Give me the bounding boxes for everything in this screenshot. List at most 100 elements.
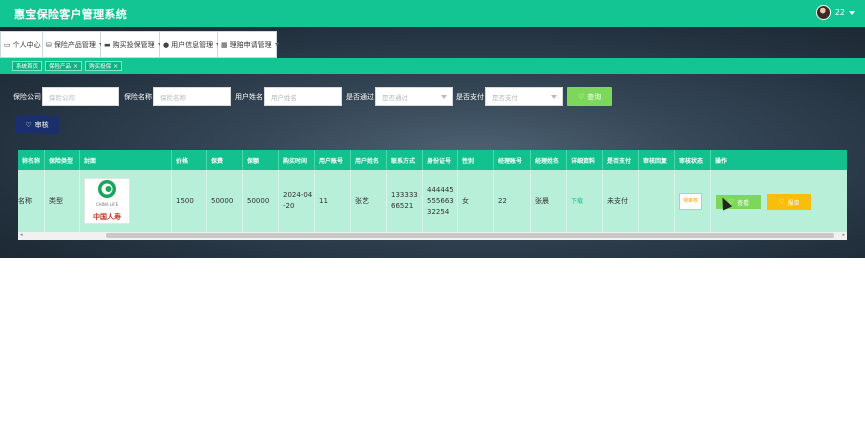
- col-header: 封面: [80, 150, 172, 170]
- insurance-name-input[interactable]: 保险名称: [153, 87, 231, 106]
- user-name-label: 用户姓名: [235, 93, 263, 101]
- cover-text: 中国人寿: [93, 213, 121, 221]
- cell-manager-name: 张晨: [531, 170, 567, 232]
- audit-button[interactable]: ♡ 审核: [15, 116, 59, 134]
- cell-purchase-time: 2024-04-20: [279, 170, 315, 232]
- col-header: 身份证号: [423, 150, 458, 170]
- menu-item-label: 个人中心: [12, 40, 41, 49]
- tab-products[interactable]: 保险产品 ×: [45, 61, 83, 71]
- menu-item-label: 用户信息管理: [171, 40, 214, 49]
- main-menu: ▭ 个人中心 ⛁ 保险产品管理 ▬ 购买投保管理 ● 用户信息管理 ▦ 理赔申请…: [0, 31, 279, 58]
- china-life-logo: [98, 180, 116, 198]
- monitor-icon: ▬: [104, 40, 111, 49]
- cell-cover: CHINA LIFE 中国人寿: [80, 170, 172, 232]
- cell-premium: 50000: [207, 170, 243, 232]
- col-header: 经理账号: [494, 150, 531, 170]
- chevron-down-icon: [441, 94, 447, 99]
- cell-id-number: 444445555663 32254: [423, 170, 458, 232]
- cell-contact: 13333366521: [387, 170, 423, 232]
- col-header: 是否支付: [603, 150, 639, 170]
- cell-status: 待审核: [675, 170, 711, 232]
- close-icon[interactable]: ×: [73, 63, 78, 70]
- col-header: 性别: [458, 150, 494, 170]
- cell-reply: [639, 170, 675, 232]
- tab-strip: 系统首页 保险产品 × 购买投保 ×: [0, 58, 865, 74]
- col-header: 保额: [243, 150, 279, 170]
- tab-label: 购买投保: [89, 64, 112, 70]
- top-bar: 惠宝保险客户管理系统 22: [0, 0, 865, 27]
- horizontal-scrollbar[interactable]: ◂ ▸: [18, 232, 847, 240]
- col-header: 审核状态: [675, 150, 711, 170]
- status-badge: 待审核: [679, 192, 703, 210]
- scroll-left-icon[interactable]: ◂: [20, 232, 23, 238]
- menu-item-users[interactable]: ● 用户信息管理: [160, 31, 221, 58]
- user-icon: ●: [163, 40, 170, 49]
- col-header: 操作: [715, 157, 728, 165]
- cell-gender: 女: [458, 170, 494, 232]
- heart-icon: ♡: [778, 198, 785, 206]
- calendar-icon: ▭: [4, 40, 11, 49]
- menu-item-label: 保险产品管理: [53, 40, 96, 49]
- paid-select[interactable]: 是否支付: [485, 87, 563, 106]
- menu-item-label: 购买投保管理: [112, 40, 155, 49]
- tab-label: 系统首页: [16, 64, 39, 70]
- cell-type: 类型: [45, 170, 80, 232]
- chevron-down-icon: [551, 94, 557, 99]
- cell-paid: 未支付: [603, 170, 639, 232]
- tab-label: 保险产品: [49, 64, 72, 70]
- chevron-down-icon[interactable]: [849, 10, 855, 15]
- scrollbar-thumb[interactable]: [106, 233, 834, 238]
- user-name-input[interactable]: 用户姓名: [264, 87, 342, 106]
- scroll-right-icon[interactable]: ▸: [842, 232, 845, 238]
- claim-button[interactable]: ♡ 报单: [767, 194, 811, 210]
- chevron-down-icon: [274, 43, 279, 46]
- user-menu[interactable]: 22: [815, 5, 855, 20]
- pass-select[interactable]: 是否通过: [375, 87, 453, 106]
- cell-price: 1500: [172, 170, 207, 232]
- menu-item-personal[interactable]: ▭ 个人中心: [0, 31, 48, 58]
- heart-icon: ♡: [25, 121, 32, 129]
- pass-label: 是否通过: [346, 93, 374, 101]
- insurance-name-label: 保险名称: [124, 93, 152, 101]
- col-header: 用户账号: [315, 150, 351, 170]
- menu-item-label: 理赔申请管理: [229, 40, 272, 49]
- cell-manager-account: 22: [494, 170, 531, 232]
- close-icon[interactable]: ×: [113, 63, 118, 70]
- username: 22: [834, 8, 845, 17]
- cell-account: 11: [315, 170, 351, 232]
- heart-icon: ♡: [577, 92, 585, 101]
- cover-image: CHINA LIFE 中国人寿: [84, 178, 130, 224]
- company-input[interactable]: 保险公司: [42, 87, 119, 106]
- app-title: 惠宝保险客户管理系统: [14, 8, 127, 21]
- col-header: 保费: [207, 150, 243, 170]
- database-icon: ⛁: [46, 40, 52, 49]
- view-button-label: 查看: [737, 199, 750, 207]
- col-header: 经理姓名: [531, 150, 567, 170]
- avatar[interactable]: [815, 5, 831, 20]
- menu-item-claims[interactable]: ▦ 理赔申请管理: [218, 31, 279, 58]
- pass-select-value: 是否通过: [382, 93, 408, 102]
- cell-amount: 50000: [243, 170, 279, 232]
- col-header: 保险类型: [45, 150, 80, 170]
- tab-purchase[interactable]: 购买投保 ×: [85, 61, 123, 71]
- app-root: 惠宝保险客户管理系统 22 ▭ 个人中心 ⛁ 保险产品管理 ▬ 购买投保管理 ●…: [0, 0, 865, 429]
- claim-button-label: 报单: [787, 199, 800, 207]
- menu-item-purchase[interactable]: ▬ 购买投保管理: [101, 31, 162, 58]
- cover-subtext: CHINA LIFE: [95, 202, 119, 207]
- col-header: 联系方式: [387, 150, 423, 170]
- col-header: 价格: [172, 150, 207, 170]
- search-button-label: 查询: [587, 92, 602, 101]
- grid-icon: ▦: [221, 40, 228, 49]
- cell-user-name: 张艺: [351, 170, 387, 232]
- audit-button-label: 审核: [34, 121, 49, 129]
- tab-home[interactable]: 系统首页: [12, 61, 43, 71]
- col-header: 详细资料: [567, 150, 603, 170]
- menu-item-products[interactable]: ⛁ 保险产品管理: [43, 31, 103, 58]
- download-link[interactable]: 下载: [571, 196, 583, 207]
- cell-details: 下载: [567, 170, 603, 232]
- company-label: 保险公司: [13, 93, 41, 101]
- col-header: 用户姓名: [351, 150, 387, 170]
- search-button[interactable]: ♡ 查询: [567, 87, 612, 106]
- paid-label: 是否支付: [456, 93, 484, 101]
- col-header: 购买时间: [279, 150, 315, 170]
